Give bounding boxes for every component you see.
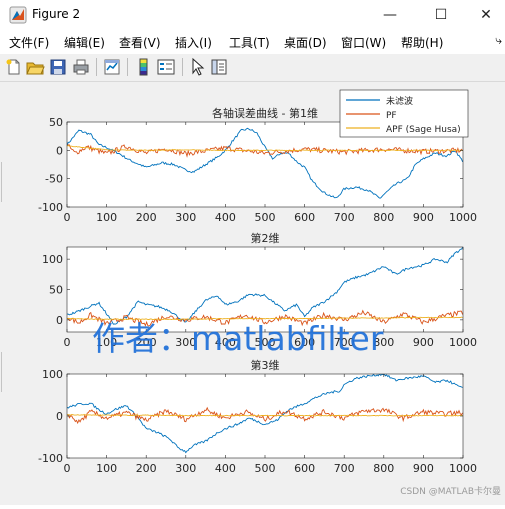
plot-panel-3: 0 100 200 300 400 500 600 700 800 900 1000-1000100… [38,358,477,475]
y-tick-label: 50 [49,116,63,129]
print-icon[interactable] [71,57,91,77]
toolbar-separator [182,58,183,76]
window-title: Figure 2 [32,7,81,21]
chart-legend: 未滤波 PF APF (Sage Husa) [339,89,469,138]
link-plot-icon[interactable] [102,57,122,77]
plot-title: 第2维 [251,231,280,245]
menu-file[interactable]: 文件(F) [9,34,49,51]
menu-view[interactable]: 查看(V) [119,34,161,51]
y-tick-label: -50 [45,173,63,186]
legend-entry: APF (Sage Husa) [386,125,461,135]
x-tick-label: 1000 [449,211,477,224]
x-tick-label: 400 [215,211,236,224]
x-tick-label: 500 [255,462,276,475]
menu-insert[interactable]: 插入(I) [175,34,212,51]
pointer-icon[interactable] [188,57,208,77]
save-icon[interactable] [48,57,68,77]
property-inspector-icon[interactable] [209,57,229,77]
x-tick-label: 1000 [449,336,477,349]
legend-icon[interactable] [156,57,176,77]
x-tick-label: 700 [334,462,355,475]
y-tick-label: 100 [42,368,63,381]
x-tick-label: 0 [64,211,71,224]
window-edge-mark [1,162,2,202]
x-tick-label: 100 [96,211,117,224]
toolbar-separator [96,58,97,76]
menu-edit[interactable]: 编辑(E) [64,34,105,51]
toolbar-separator [127,58,128,76]
x-tick-label: 300 [175,211,196,224]
colorbar-icon[interactable] [134,57,154,77]
x-tick-label: 900 [413,462,434,475]
x-tick-label: 800 [373,462,394,475]
x-tick-label: 200 [136,462,157,475]
figure-toolbar [0,54,505,82]
x-tick-label: 800 [373,211,394,224]
legend-entry: 未滤波 [386,95,413,107]
x-tick-label: 100 [96,462,117,475]
y-tick-label: -100 [38,201,63,214]
menu-window[interactable]: 窗口(W) [341,34,386,51]
x-tick-label: 400 [215,462,236,475]
menu-tools[interactable]: 工具(T) [229,34,270,51]
y-tick-label: -100 [38,452,63,465]
new-figure-icon[interactable] [4,57,24,77]
x-tick-label: 500 [255,211,276,224]
legend-entry: PF [386,111,397,121]
menu-desktop[interactable]: 桌面(D) [284,34,327,51]
close-button[interactable]: ✕ [463,0,505,30]
plot-title: 各轴误差曲线 - 第1维 [212,106,318,120]
matlab-figure-icon [9,6,27,24]
figure-plots: 0 100 200 300 400 500 600 700 800 900 1000-100-500… [38,89,477,475]
menu-overflow-icon[interactable]: ⤷ [495,33,502,48]
open-file-icon[interactable] [25,57,45,77]
y-tick-label: 100 [42,253,63,266]
menu-bar: 文件(F) 编辑(E) 查看(V) 插入(I) 工具(T) 桌面(D) 窗口(W… [0,31,505,53]
y-tick-label: 0 [56,410,63,423]
x-tick-label: 0 [64,462,71,475]
x-tick-label: 900 [413,211,434,224]
figure-canvas: 0 100 200 300 400 500 600 700 800 900 1000 -100 -50 0… [0,82,505,505]
author-watermark: 作者：matlabfilter [92,319,384,358]
plot-title: 第3维 [251,358,280,372]
title-bar: Figure 2 — ☐ ✕ [0,0,505,30]
y-tick-label: 0 [56,314,63,327]
y-tick-label: 50 [49,284,63,297]
x-tick-label: 600 [294,462,315,475]
x-tick-label: 1000 [449,462,477,475]
window-edge-mark [1,352,2,392]
y-tick-label: 0 [56,144,63,157]
x-tick-label: 900 [413,336,434,349]
x-tick-label: 300 [175,462,196,475]
menu-help[interactable]: 帮助(H) [401,34,443,51]
maximize-button[interactable]: ☐ [418,0,464,30]
minimize-button[interactable]: — [367,0,413,30]
x-tick-label: 600 [294,211,315,224]
x-tick-label: 200 [136,211,157,224]
csdn-credit: CSDN @MATLAB卡尔曼 [400,487,501,497]
x-tick-label: 0 [64,336,71,349]
x-tick-label: 700 [334,211,355,224]
